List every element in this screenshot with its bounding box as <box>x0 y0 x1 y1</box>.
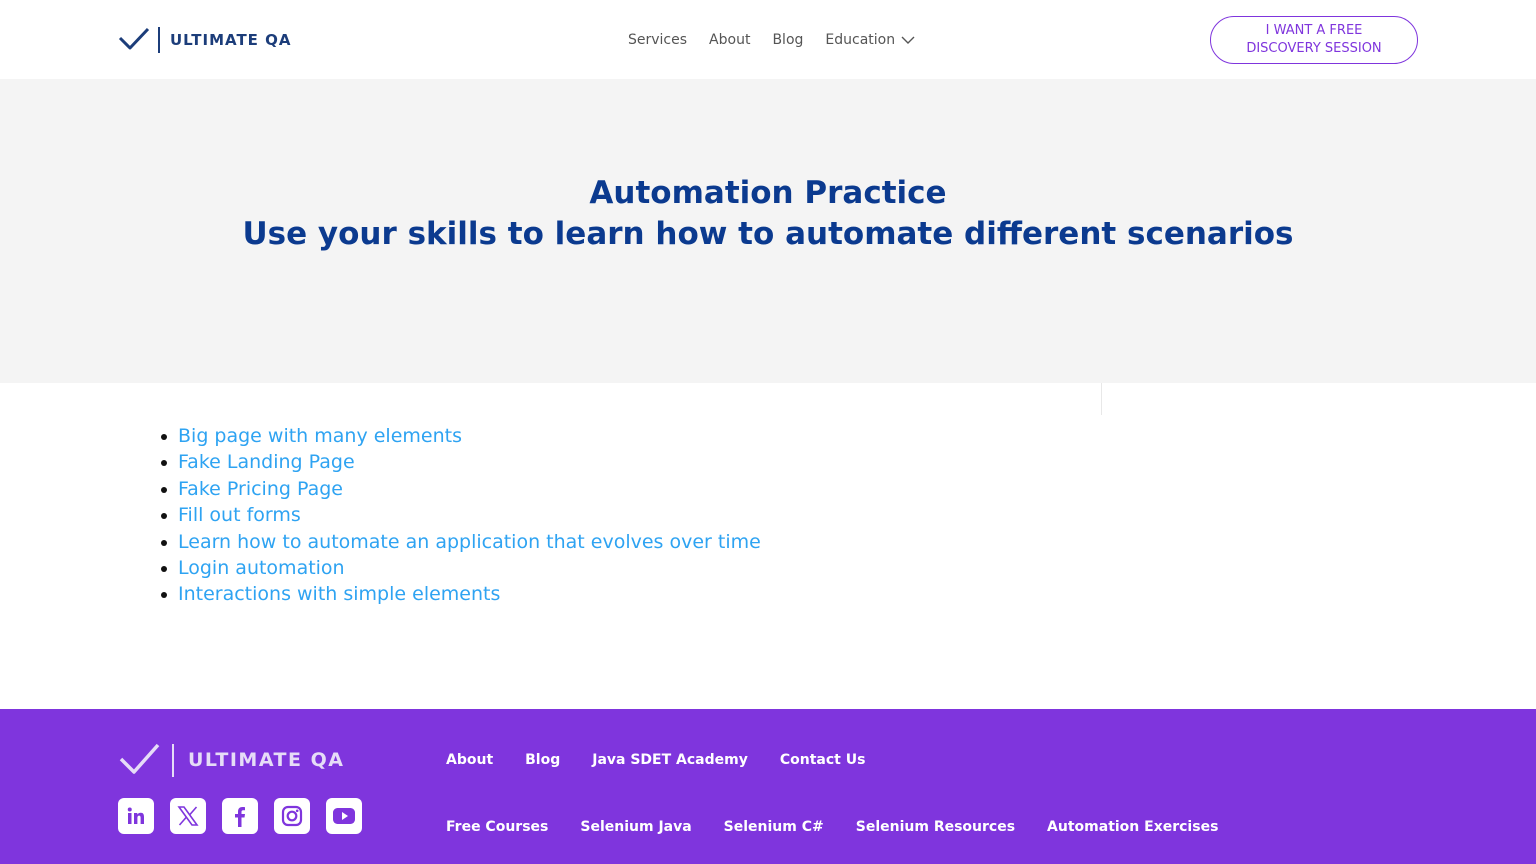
linkedin-icon[interactable] <box>118 798 154 834</box>
logo-text: ULTIMATE QA <box>188 749 345 771</box>
footer-nav-secondary: Free Courses Selenium Java Selenium C# S… <box>446 819 1218 835</box>
footer-link-selenium-resources[interactable]: Selenium Resources <box>856 819 1015 835</box>
nav-about[interactable]: About <box>709 30 750 50</box>
nav-blog[interactable]: Blog <box>772 30 803 50</box>
main-nav: Services About Blog Education <box>628 30 915 50</box>
site-footer: ULTIMATE QA About Blog Java SDET Academy… <box>0 709 1536 864</box>
footer-nav-primary: About Blog Java SDET Academy Contact Us <box>446 752 865 768</box>
nav-services[interactable]: Services <box>628 30 687 50</box>
link-evolving-app[interactable]: Learn how to automate an application tha… <box>178 531 761 553</box>
footer-link-contact[interactable]: Contact Us <box>780 752 866 768</box>
instagram-icon[interactable] <box>274 798 310 834</box>
footer-link-about[interactable]: About <box>446 752 493 768</box>
logo-text: ULTIMATE QA <box>170 31 292 49</box>
link-fill-forms[interactable]: Fill out forms <box>178 504 301 526</box>
divider <box>1101 383 1102 415</box>
checkmark-logo-icon <box>119 743 160 774</box>
facebook-icon[interactable] <box>222 798 258 834</box>
footer-link-free-courses[interactable]: Free Courses <box>446 819 548 835</box>
list-item: Fake Landing Page <box>161 449 761 475</box>
site-header: ULTIMATE QA Services About Blog Educatio… <box>0 0 1536 79</box>
link-simple-elements[interactable]: Interactions with simple elements <box>178 583 500 605</box>
discovery-session-button[interactable]: I WANT A FREE DISCOVERY SESSION <box>1210 16 1418 64</box>
link-big-page[interactable]: Big page with many elements <box>178 425 462 447</box>
site-logo[interactable]: ULTIMATE QA <box>118 26 292 54</box>
list-item: Fake Pricing Page <box>161 476 761 502</box>
hero-section: Automation Practice Use your skills to l… <box>0 79 1536 383</box>
x-icon[interactable] <box>170 798 206 834</box>
youtube-icon[interactable] <box>326 798 362 834</box>
list-item: Fill out forms <box>161 502 761 528</box>
logo-divider <box>172 743 174 777</box>
footer-link-java-sdet[interactable]: Java SDET Academy <box>592 752 748 768</box>
list-item: Login automation <box>161 555 761 581</box>
footer-link-automation-exercises[interactable]: Automation Exercises <box>1047 819 1218 835</box>
practice-links-list: Big page with many elements Fake Landing… <box>161 423 761 608</box>
footer-logo[interactable]: ULTIMATE QA <box>118 741 344 779</box>
footer-link-blog[interactable]: Blog <box>525 752 560 768</box>
link-fake-landing[interactable]: Fake Landing Page <box>178 451 355 473</box>
social-links <box>118 798 362 834</box>
logo-divider <box>158 27 160 53</box>
list-item: Big page with many elements <box>161 423 761 449</box>
link-fake-pricing[interactable]: Fake Pricing Page <box>178 478 343 500</box>
list-item: Learn how to automate an application tha… <box>161 529 761 555</box>
nav-education[interactable]: Education <box>825 30 915 50</box>
chevron-down-icon <box>901 36 915 44</box>
footer-link-selenium-csharp[interactable]: Selenium C# <box>724 819 824 835</box>
footer-link-selenium-java[interactable]: Selenium Java <box>580 819 691 835</box>
list-item: Interactions with simple elements <box>161 581 761 607</box>
checkmark-logo-icon <box>118 27 150 50</box>
page-title: Automation Practice <box>589 175 947 211</box>
link-login-automation[interactable]: Login automation <box>178 557 345 579</box>
page-subtitle: Use your skills to learn how to automate… <box>242 216 1294 252</box>
nav-education-label: Education <box>825 32 896 48</box>
